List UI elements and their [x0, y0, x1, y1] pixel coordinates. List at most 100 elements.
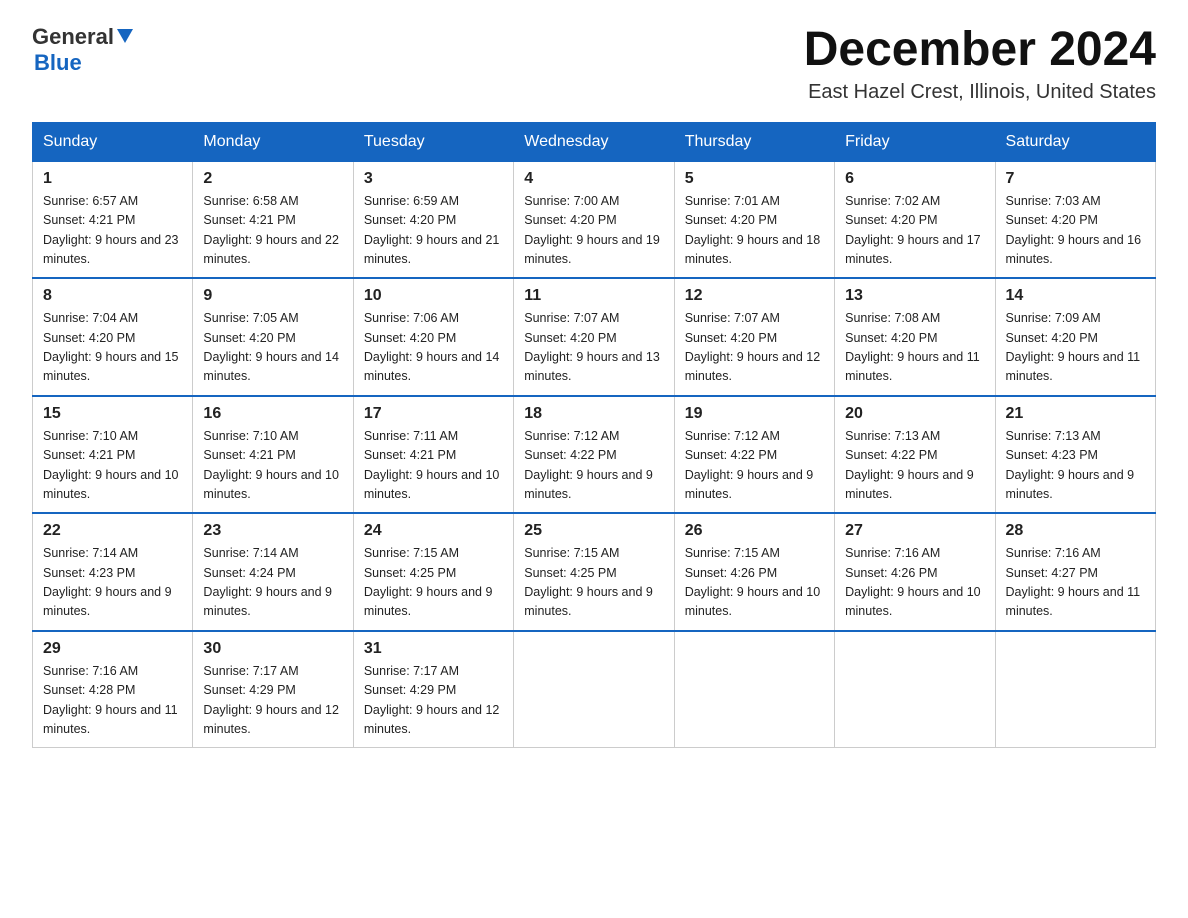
- logo-general-text: General: [32, 24, 114, 50]
- day-number: 27: [845, 522, 984, 540]
- day-info: Sunrise: 7:15 AMSunset: 4:25 PMDaylight:…: [364, 546, 493, 618]
- day-number: 19: [685, 405, 824, 423]
- calendar-cell: 25 Sunrise: 7:15 AMSunset: 4:25 PMDaylig…: [514, 513, 674, 631]
- day-number: 18: [524, 405, 663, 423]
- day-info: Sunrise: 7:12 AMSunset: 4:22 PMDaylight:…: [524, 429, 653, 501]
- calendar-cell: 14 Sunrise: 7:09 AMSunset: 4:20 PMDaylig…: [995, 278, 1155, 396]
- day-info: Sunrise: 6:59 AMSunset: 4:20 PMDaylight:…: [364, 194, 500, 266]
- calendar-cell: 26 Sunrise: 7:15 AMSunset: 4:26 PMDaylig…: [674, 513, 834, 631]
- day-info: Sunrise: 7:16 AMSunset: 4:26 PMDaylight:…: [845, 546, 981, 618]
- day-number: 5: [685, 170, 824, 188]
- calendar-cell: 23 Sunrise: 7:14 AMSunset: 4:24 PMDaylig…: [193, 513, 353, 631]
- calendar-cell: 21 Sunrise: 7:13 AMSunset: 4:23 PMDaylig…: [995, 396, 1155, 514]
- calendar-cell: [995, 631, 1155, 748]
- calendar-cell: 9 Sunrise: 7:05 AMSunset: 4:20 PMDayligh…: [193, 278, 353, 396]
- calendar-cell: 5 Sunrise: 7:01 AMSunset: 4:20 PMDayligh…: [674, 161, 834, 278]
- calendar-cell: 20 Sunrise: 7:13 AMSunset: 4:22 PMDaylig…: [835, 396, 995, 514]
- day-number: 13: [845, 287, 984, 305]
- calendar-cell: 3 Sunrise: 6:59 AMSunset: 4:20 PMDayligh…: [353, 161, 513, 278]
- day-info: Sunrise: 7:09 AMSunset: 4:20 PMDaylight:…: [1006, 311, 1141, 383]
- calendar-cell: 29 Sunrise: 7:16 AMSunset: 4:28 PMDaylig…: [33, 631, 193, 748]
- day-number: 7: [1006, 170, 1145, 188]
- day-number: 15: [43, 405, 182, 423]
- weekday-header-monday: Monday: [193, 122, 353, 161]
- day-info: Sunrise: 7:11 AMSunset: 4:21 PMDaylight:…: [364, 429, 500, 501]
- day-number: 3: [364, 170, 503, 188]
- day-number: 14: [1006, 287, 1145, 305]
- calendar-cell: 22 Sunrise: 7:14 AMSunset: 4:23 PMDaylig…: [33, 513, 193, 631]
- day-number: 9: [203, 287, 342, 305]
- day-number: 31: [364, 640, 503, 658]
- day-info: Sunrise: 7:07 AMSunset: 4:20 PMDaylight:…: [685, 311, 821, 383]
- day-info: Sunrise: 7:07 AMSunset: 4:20 PMDaylight:…: [524, 311, 660, 383]
- day-info: Sunrise: 7:16 AMSunset: 4:27 PMDaylight:…: [1006, 546, 1141, 618]
- calendar-cell: 18 Sunrise: 7:12 AMSunset: 4:22 PMDaylig…: [514, 396, 674, 514]
- day-info: Sunrise: 7:04 AMSunset: 4:20 PMDaylight:…: [43, 311, 179, 383]
- calendar-cell: [674, 631, 834, 748]
- day-info: Sunrise: 7:13 AMSunset: 4:23 PMDaylight:…: [1006, 429, 1135, 501]
- logo-triangle-icon: [117, 29, 133, 50]
- day-number: 21: [1006, 405, 1145, 423]
- day-info: Sunrise: 7:14 AMSunset: 4:24 PMDaylight:…: [203, 546, 332, 618]
- day-number: 22: [43, 522, 182, 540]
- weekday-header-wednesday: Wednesday: [514, 122, 674, 161]
- location-title: East Hazel Crest, Illinois, United State…: [804, 81, 1156, 104]
- calendar-cell: 10 Sunrise: 7:06 AMSunset: 4:20 PMDaylig…: [353, 278, 513, 396]
- day-number: 6: [845, 170, 984, 188]
- day-info: Sunrise: 7:08 AMSunset: 4:20 PMDaylight:…: [845, 311, 980, 383]
- day-info: Sunrise: 7:01 AMSunset: 4:20 PMDaylight:…: [685, 194, 821, 266]
- calendar-cell: 4 Sunrise: 7:00 AMSunset: 4:20 PMDayligh…: [514, 161, 674, 278]
- day-number: 11: [524, 287, 663, 305]
- day-number: 23: [203, 522, 342, 540]
- calendar-cell: 6 Sunrise: 7:02 AMSunset: 4:20 PMDayligh…: [835, 161, 995, 278]
- day-number: 16: [203, 405, 342, 423]
- weekday-header-friday: Friday: [835, 122, 995, 161]
- day-number: 28: [1006, 522, 1145, 540]
- weekday-header-thursday: Thursday: [674, 122, 834, 161]
- calendar-cell: 16 Sunrise: 7:10 AMSunset: 4:21 PMDaylig…: [193, 396, 353, 514]
- calendar-cell: 28 Sunrise: 7:16 AMSunset: 4:27 PMDaylig…: [995, 513, 1155, 631]
- day-info: Sunrise: 7:17 AMSunset: 4:29 PMDaylight:…: [203, 664, 339, 736]
- weekday-header-sunday: Sunday: [33, 122, 193, 161]
- day-info: Sunrise: 7:06 AMSunset: 4:20 PMDaylight:…: [364, 311, 500, 383]
- logo: General Blue: [32, 24, 133, 76]
- day-info: Sunrise: 7:10 AMSunset: 4:21 PMDaylight:…: [203, 429, 339, 501]
- day-info: Sunrise: 6:58 AMSunset: 4:21 PMDaylight:…: [203, 194, 339, 266]
- calendar-week-row: 1 Sunrise: 6:57 AMSunset: 4:21 PMDayligh…: [33, 161, 1156, 278]
- calendar-cell: 12 Sunrise: 7:07 AMSunset: 4:20 PMDaylig…: [674, 278, 834, 396]
- calendar-cell: 11 Sunrise: 7:07 AMSunset: 4:20 PMDaylig…: [514, 278, 674, 396]
- day-info: Sunrise: 7:10 AMSunset: 4:21 PMDaylight:…: [43, 429, 179, 501]
- weekday-header-tuesday: Tuesday: [353, 122, 513, 161]
- weekday-header-row: SundayMondayTuesdayWednesdayThursdayFrid…: [33, 122, 1156, 161]
- calendar-cell: [514, 631, 674, 748]
- day-info: Sunrise: 7:14 AMSunset: 4:23 PMDaylight:…: [43, 546, 172, 618]
- weekday-header-saturday: Saturday: [995, 122, 1155, 161]
- day-info: Sunrise: 6:57 AMSunset: 4:21 PMDaylight:…: [43, 194, 179, 266]
- calendar-week-row: 22 Sunrise: 7:14 AMSunset: 4:23 PMDaylig…: [33, 513, 1156, 631]
- calendar-cell: [835, 631, 995, 748]
- day-info: Sunrise: 7:13 AMSunset: 4:22 PMDaylight:…: [845, 429, 974, 501]
- day-number: 26: [685, 522, 824, 540]
- day-info: Sunrise: 7:00 AMSunset: 4:20 PMDaylight:…: [524, 194, 660, 266]
- day-number: 2: [203, 170, 342, 188]
- calendar-cell: 31 Sunrise: 7:17 AMSunset: 4:29 PMDaylig…: [353, 631, 513, 748]
- day-number: 30: [203, 640, 342, 658]
- day-info: Sunrise: 7:16 AMSunset: 4:28 PMDaylight:…: [43, 664, 178, 736]
- day-number: 1: [43, 170, 182, 188]
- logo-blue-text: Blue: [34, 50, 82, 75]
- day-info: Sunrise: 7:05 AMSunset: 4:20 PMDaylight:…: [203, 311, 339, 383]
- day-number: 4: [524, 170, 663, 188]
- calendar-cell: 27 Sunrise: 7:16 AMSunset: 4:26 PMDaylig…: [835, 513, 995, 631]
- day-number: 24: [364, 522, 503, 540]
- calendar-cell: 24 Sunrise: 7:15 AMSunset: 4:25 PMDaylig…: [353, 513, 513, 631]
- calendar-cell: 2 Sunrise: 6:58 AMSunset: 4:21 PMDayligh…: [193, 161, 353, 278]
- day-number: 29: [43, 640, 182, 658]
- calendar-week-row: 8 Sunrise: 7:04 AMSunset: 4:20 PMDayligh…: [33, 278, 1156, 396]
- day-number: 12: [685, 287, 824, 305]
- calendar-table: SundayMondayTuesdayWednesdayThursdayFrid…: [32, 122, 1156, 749]
- day-number: 8: [43, 287, 182, 305]
- day-info: Sunrise: 7:03 AMSunset: 4:20 PMDaylight:…: [1006, 194, 1142, 266]
- calendar-cell: 13 Sunrise: 7:08 AMSunset: 4:20 PMDaylig…: [835, 278, 995, 396]
- month-title: December 2024: [804, 24, 1156, 77]
- day-info: Sunrise: 7:02 AMSunset: 4:20 PMDaylight:…: [845, 194, 981, 266]
